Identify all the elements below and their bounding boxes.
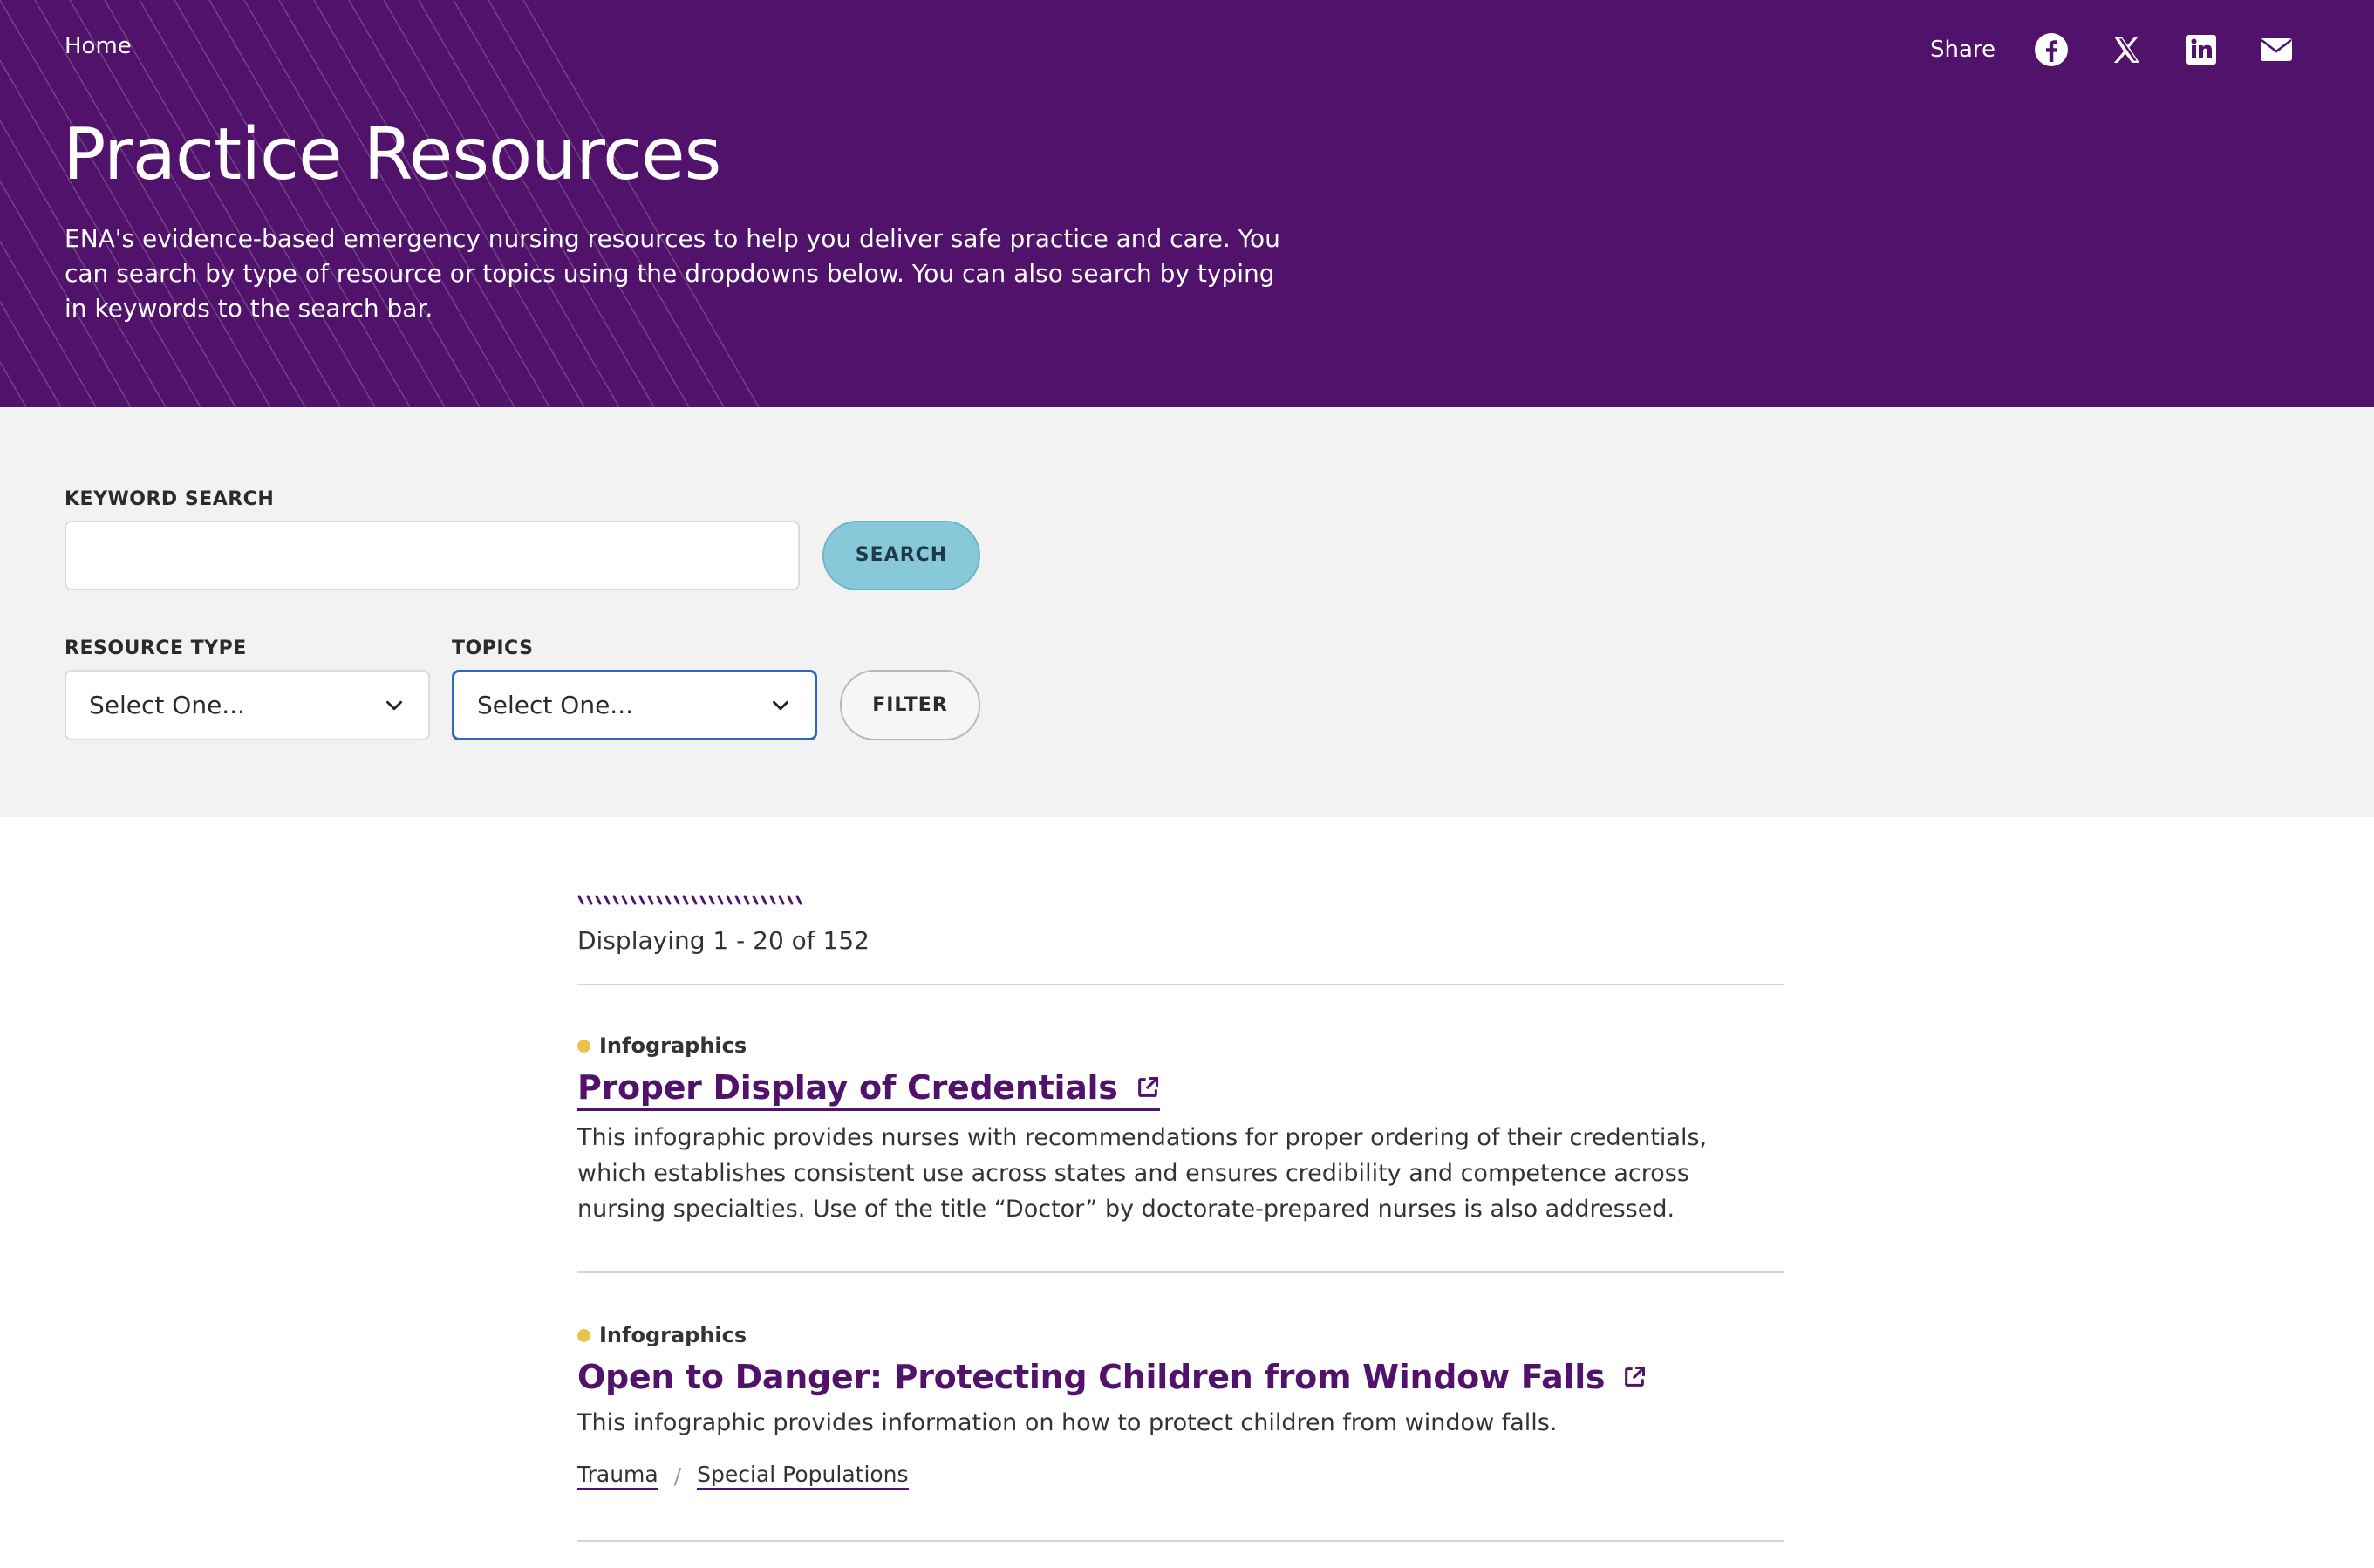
breadcrumb-home-link[interactable]: Home bbox=[65, 33, 132, 59]
list-item: Infographics Open to Danger: Protecting … bbox=[577, 1323, 1784, 1490]
topic-link-special-populations[interactable]: Special Populations bbox=[697, 1462, 909, 1490]
topic-link-trauma[interactable]: Trauma bbox=[577, 1462, 658, 1490]
page-title: Practice Resources bbox=[63, 113, 721, 196]
topic-links: Trauma / Special Populations bbox=[577, 1462, 1784, 1490]
keyword-search-label: KEYWORD SEARCH bbox=[65, 488, 275, 510]
tag-label: Infographics bbox=[599, 1323, 747, 1347]
x-icon[interactable] bbox=[2107, 31, 2145, 69]
chevron-down-icon bbox=[386, 700, 402, 710]
topics-selected-value: Select One... bbox=[477, 691, 633, 719]
topic-separator: / bbox=[673, 1462, 682, 1489]
email-icon[interactable] bbox=[2257, 31, 2296, 69]
topics-label: TOPICS bbox=[452, 637, 534, 659]
linkedin-icon[interactable] bbox=[2182, 31, 2221, 69]
chevron-down-icon bbox=[773, 700, 788, 710]
resource-type-tag: Infographics bbox=[577, 1033, 1784, 1058]
facebook-icon[interactable] bbox=[2032, 31, 2070, 69]
resource-title-link[interactable]: Open to Danger: Protecting Children from… bbox=[577, 1358, 1647, 1396]
resource-title: Open to Danger: Protecting Children from… bbox=[577, 1358, 1606, 1396]
resource-title: Proper Display of Credentials bbox=[577, 1068, 1118, 1107]
share-bar: Share bbox=[1930, 28, 2296, 72]
search-filter-panel: KEYWORD SEARCH SEARCH RESOURCE TYPE Sele… bbox=[0, 407, 2374, 817]
topics-select[interactable]: Select One... bbox=[452, 670, 817, 740]
resource-type-tag: Infographics bbox=[577, 1323, 1784, 1347]
results-divider bbox=[577, 984, 1784, 985]
resource-type-select[interactable]: Select One... bbox=[65, 670, 430, 740]
filter-button[interactable]: FILTER bbox=[840, 670, 980, 740]
list-item: Infographics Proper Display of Credentia… bbox=[577, 1033, 1784, 1227]
tag-label: Infographics bbox=[599, 1033, 747, 1058]
share-label: Share bbox=[1929, 37, 1995, 63]
results-count: Displaying 1 - 20 of 152 bbox=[577, 926, 870, 955]
external-link-icon bbox=[1137, 1076, 1158, 1097]
resource-title-link[interactable]: Proper Display of Credentials bbox=[577, 1068, 1160, 1111]
results-divider bbox=[577, 1540, 1784, 1542]
page-hero: Home Practice Resources ENA's evidence-b… bbox=[0, 0, 2374, 407]
results-divider bbox=[577, 1271, 1784, 1273]
search-button[interactable]: SEARCH bbox=[822, 521, 980, 590]
resource-type-selected-value: Select One... bbox=[89, 691, 245, 719]
tag-dot-icon bbox=[577, 1328, 590, 1342]
keyword-search-input[interactable] bbox=[65, 521, 800, 590]
resource-description: This infographic provides information on… bbox=[577, 1409, 1558, 1436]
resource-type-label: RESOURCE TYPE bbox=[65, 637, 247, 659]
hatch-decoration bbox=[577, 895, 802, 905]
hero-diagonal-lines-decoration bbox=[0, 0, 760, 407]
tag-dot-icon bbox=[577, 1039, 590, 1053]
external-link-icon bbox=[1625, 1366, 1646, 1387]
resource-description: This infographic provides nurses with re… bbox=[577, 1124, 1708, 1223]
results-list: Displaying 1 - 20 of 152 Infographics Pr… bbox=[577, 890, 1784, 1542]
page-intro-text: ENA's evidence-based emergency nursing r… bbox=[65, 224, 1280, 323]
